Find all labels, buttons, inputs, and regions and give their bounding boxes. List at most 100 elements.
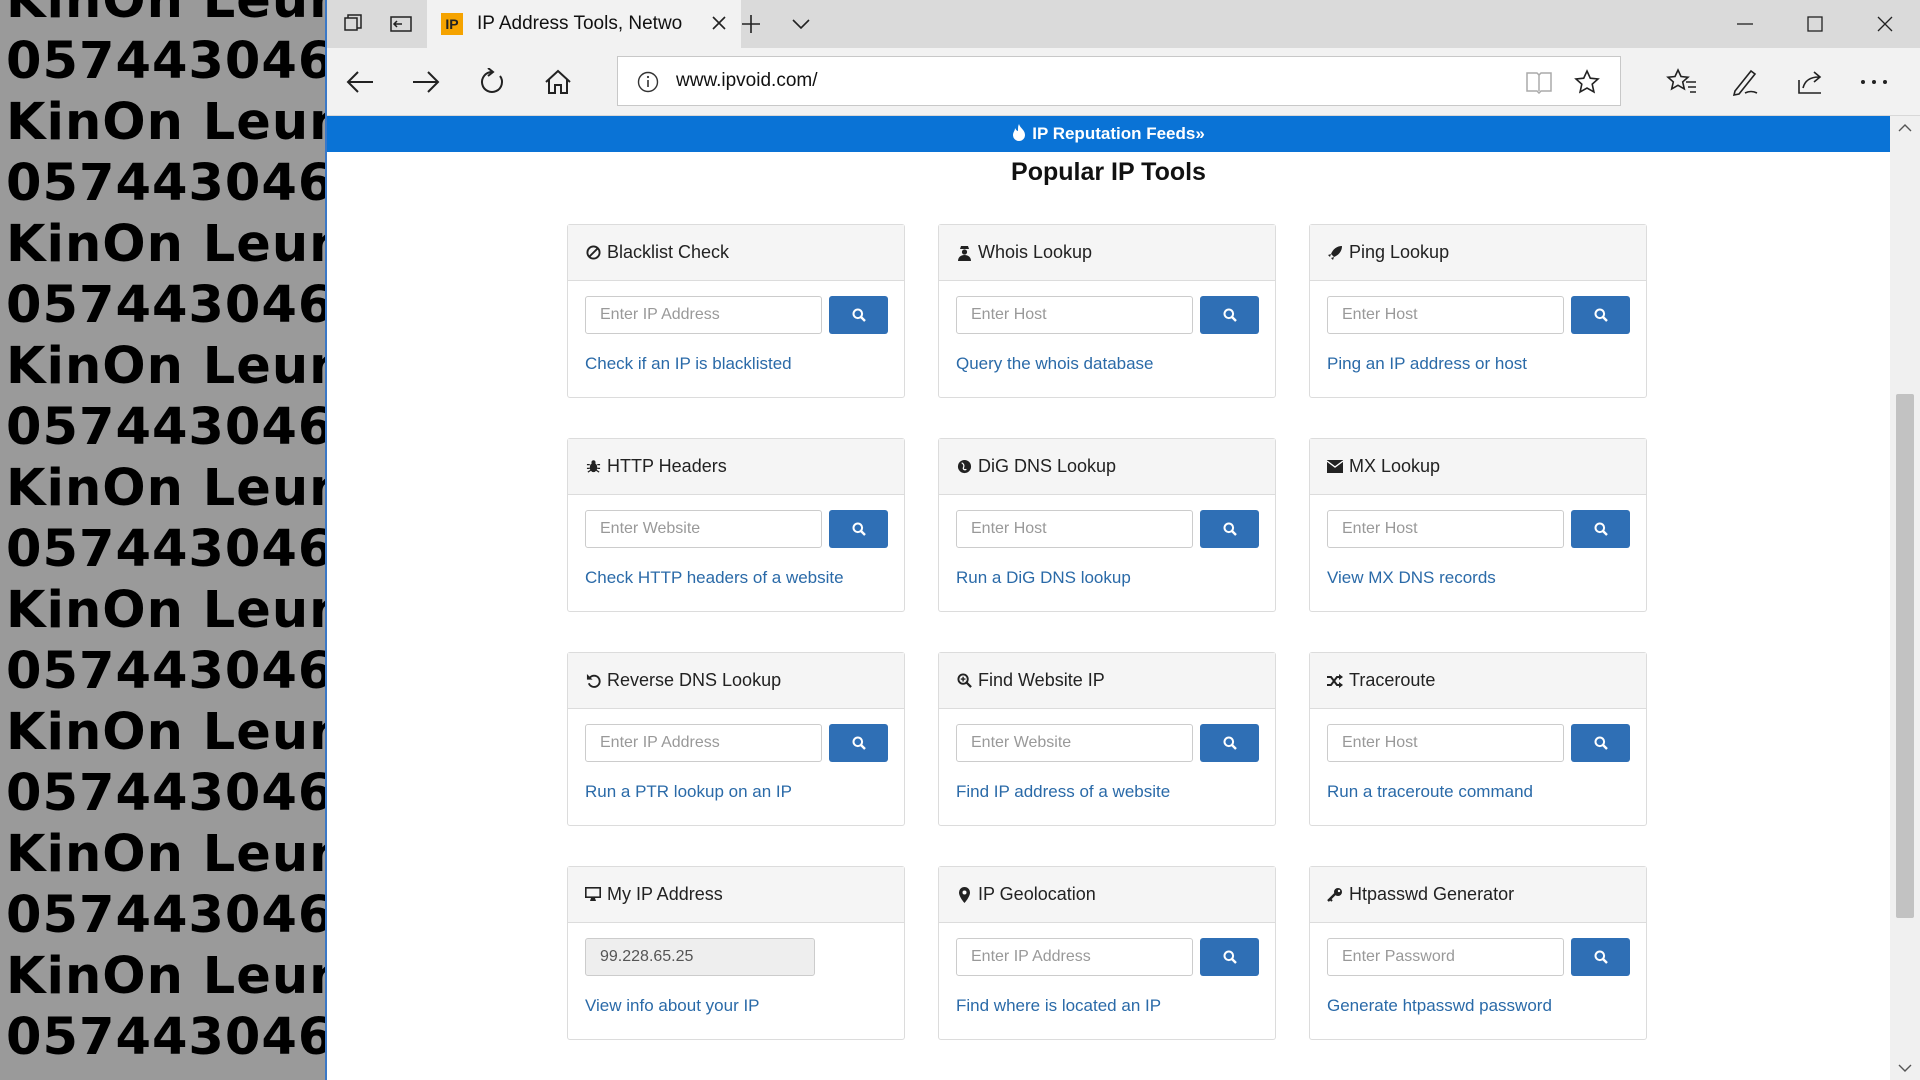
dig-dns-lookup-search-button[interactable] — [1200, 510, 1259, 548]
tab-active[interactable]: IP IP Address Tools, Netwo — [427, 0, 741, 48]
watermark-line: KinOn Leung — [6, 703, 325, 762]
mx-lookup-search-button[interactable] — [1571, 510, 1630, 548]
ping-lookup-link[interactable]: Ping an IP address or host — [1327, 354, 1527, 374]
ping-lookup-input[interactable]: Enter Host — [1327, 296, 1564, 334]
dig-dns-lookup-link[interactable]: Run a DiG DNS lookup — [956, 568, 1131, 588]
card-header: Reverse DNS Lookup — [568, 653, 904, 709]
traceroute-search-button[interactable] — [1571, 724, 1630, 762]
fire-icon — [1012, 123, 1026, 146]
page-title: Popular IP Tools — [1011, 158, 1206, 186]
reverse-dns-lookup-link[interactable]: Run a PTR lookup on an IP — [585, 782, 792, 802]
watermark-line: KinOn Leung — [6, 459, 325, 518]
whois-lookup-input[interactable]: Enter Host — [956, 296, 1193, 334]
http-headers-input[interactable]: Enter Website — [585, 510, 822, 548]
search-icon — [1594, 950, 1608, 964]
input-row: 99.228.65.25 — [585, 938, 888, 976]
tool-card: Ping Lookup Enter Host Ping an IP address … — [1309, 224, 1647, 398]
share-icon[interactable] — [1793, 65, 1827, 99]
tool-card: Reverse DNS Lookup Enter IP Address Run a … — [567, 652, 905, 826]
mx-lookup-link[interactable]: View MX DNS records — [1327, 568, 1496, 588]
maximize-icon[interactable] — [1800, 10, 1830, 38]
tab-preview-icon[interactable] — [339, 10, 367, 38]
traceroute-input[interactable]: Enter Host — [1327, 724, 1564, 762]
htpasswd-generator-search-button[interactable] — [1571, 938, 1630, 976]
watermark-panel: KinOn Leung057443046KinOn Leung057443046… — [0, 0, 325, 1080]
mx-lookup-input[interactable]: Enter Host — [1327, 510, 1564, 548]
home-icon[interactable] — [541, 65, 575, 99]
card-title-htpasswd-generator: Htpasswd Generator — [1349, 884, 1515, 904]
traceroute-link[interactable]: Run a traceroute command — [1327, 782, 1533, 802]
http-headers-link[interactable]: Check HTTP headers of a website — [585, 568, 844, 588]
whois-lookup-link[interactable]: Query the whois database — [956, 354, 1154, 374]
scroll-down-icon[interactable] — [1897, 1060, 1913, 1076]
favorite-star-icon[interactable] — [1572, 68, 1602, 96]
scroll-up-icon[interactable] — [1897, 120, 1913, 136]
input-row: Enter Password — [1327, 938, 1630, 976]
favicon: IP — [441, 13, 463, 35]
chevron-down-icon[interactable] — [787, 10, 815, 38]
watermark-line: KinOn Leung — [6, 0, 325, 30]
card-header: Blacklist Check — [568, 225, 904, 281]
browser-window: IP IP Address Tools, Netwo www.ipvoid.co… — [325, 0, 1920, 1080]
watermark-line: KinOn Leung — [6, 215, 325, 274]
my-ip-address-link[interactable]: View info about your IP — [585, 996, 760, 1016]
reputation-feeds-banner[interactable]: IP Reputation Feeds» — [327, 116, 1890, 152]
reading-view-icon[interactable] — [1524, 68, 1554, 96]
scrollbar-thumb[interactable] — [1896, 394, 1914, 918]
ip-geolocation-search-button[interactable] — [1200, 938, 1259, 976]
find-website-ip-search-button[interactable] — [1200, 724, 1259, 762]
scrollbar[interactable] — [1890, 116, 1920, 1080]
watermark-line: 057443046 — [6, 764, 325, 823]
new-tab-icon[interactable] — [737, 10, 765, 38]
card-title-reverse-dns-lookup: Reverse DNS Lookup — [607, 670, 782, 690]
htpasswd-generator-link[interactable]: Generate htpasswd password — [1327, 996, 1552, 1016]
card-title-traceroute: Traceroute — [1349, 670, 1436, 690]
blacklist-check-link[interactable]: Check if an IP is blacklisted — [585, 354, 792, 374]
find-website-ip-link[interactable]: Find IP address of a website — [956, 782, 1170, 802]
tool-card: Htpasswd Generator Enter Password Generate… — [1309, 866, 1647, 1040]
back-arrow-icon[interactable] — [343, 65, 377, 99]
whois-lookup-search-button[interactable] — [1200, 296, 1259, 334]
card-header: DiG DNS Lookup — [939, 439, 1275, 495]
watermark-line: 057443046 — [6, 886, 325, 945]
card-header: MX Lookup — [1310, 439, 1646, 495]
card-header: Whois Lookup — [939, 225, 1275, 281]
card-title-mx-lookup: MX Lookup — [1349, 456, 1441, 476]
ip-geolocation-input[interactable]: Enter IP Address — [956, 938, 1193, 976]
minimize-icon[interactable] — [1730, 10, 1760, 38]
search-icon — [852, 736, 866, 750]
desktop-icon — [585, 887, 601, 903]
close-tab-icon[interactable] — [707, 11, 731, 35]
tabs-aside-icon[interactable] — [387, 10, 415, 38]
input-row: Enter Website — [956, 724, 1259, 762]
forward-arrow-icon[interactable] — [409, 65, 443, 99]
address-bar[interactable]: www.ipvoid.com/ — [617, 56, 1621, 106]
input-row: Enter Host — [1327, 510, 1630, 548]
bug-icon — [585, 459, 601, 475]
info-icon[interactable] — [636, 70, 660, 94]
reverse-dns-lookup-input[interactable]: Enter IP Address — [585, 724, 822, 762]
blacklist-check-search-button[interactable] — [829, 296, 888, 334]
htpasswd-generator-input[interactable]: Enter Password — [1327, 938, 1564, 976]
refresh-icon[interactable] — [475, 65, 509, 99]
watermark-line: 057443046 — [6, 398, 325, 457]
input-row: Enter IP Address — [956, 938, 1259, 976]
ping-lookup-search-button[interactable] — [1571, 296, 1630, 334]
http-headers-search-button[interactable] — [829, 510, 888, 548]
reverse-dns-lookup-search-button[interactable] — [829, 724, 888, 762]
blacklist-check-input[interactable]: Enter IP Address — [585, 296, 822, 334]
card-title-my-ip-address: My IP Address — [607, 884, 723, 904]
card-header: My IP Address — [568, 867, 904, 923]
ip-address-field: 99.228.65.25 — [585, 938, 815, 976]
watermark-line: 057443046 — [6, 1008, 325, 1067]
pen-notes-icon[interactable] — [1729, 65, 1763, 99]
input-row: Enter IP Address — [585, 724, 888, 762]
ip-geolocation-link[interactable]: Find where is located an IP — [956, 996, 1161, 1016]
more-menu-icon[interactable] — [1857, 65, 1891, 99]
dig-dns-lookup-input[interactable]: Enter Host — [956, 510, 1193, 548]
input-row: Enter Host — [1327, 724, 1630, 762]
find-website-ip-input[interactable]: Enter Website — [956, 724, 1193, 762]
close-window-icon[interactable] — [1870, 10, 1900, 38]
map-marker-icon — [956, 886, 972, 903]
favorites-hub-icon[interactable] — [1665, 65, 1699, 99]
